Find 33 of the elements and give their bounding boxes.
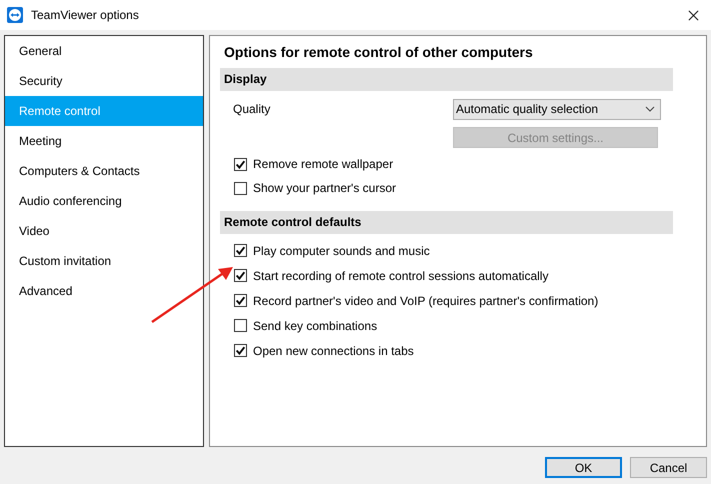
checkbox-label: Play computer sounds and music [253, 244, 430, 258]
dialog-button[interactable]: Cancel [630, 457, 707, 478]
checkbox[interactable] [234, 158, 247, 170]
checkbox-label: Send key combinations [253, 318, 378, 332]
sidebar-item[interactable]: Security [5, 66, 203, 96]
section-header: Remote control defaults [220, 211, 673, 234]
window-title: TeamViewer options [31, 8, 140, 22]
checkbox-label: Remove remote wallpaper [253, 157, 394, 171]
app-logo-icon [7, 7, 23, 23]
sidebar-item[interactable]: Video [5, 216, 203, 246]
sidebar-item[interactable]: Custom invitation [5, 246, 203, 276]
section-header: Display [220, 68, 673, 91]
sidebar-item[interactable]: Audio conferencing [5, 186, 203, 216]
checkbox[interactable] [234, 319, 247, 332]
sidebar-item[interactable]: Meeting [5, 126, 203, 156]
close-icon[interactable] [688, 10, 699, 20]
chevron-down-icon [645, 106, 655, 112]
checkbox[interactable] [234, 294, 247, 307]
checkbox[interactable] [234, 182, 247, 194]
checkbox-label: Start recording of remote control sessions automatically [253, 268, 548, 282]
checkbox-label: Record partner's video and VoIP (requires partner's confirmation) [253, 294, 598, 308]
sidebar-item[interactable]: Advanced [5, 276, 203, 306]
quality-dropdown[interactable]: Automatic quality selection [453, 98, 661, 120]
sidebar-item[interactable]: General [5, 36, 203, 66]
checkbox-label: Open new connections in tabs [253, 344, 414, 358]
dialog-button[interactable]: OK [545, 457, 622, 478]
sidebar-item[interactable]: Computers & Contacts [5, 156, 203, 186]
checkbox[interactable] [234, 344, 247, 357]
checkbox-label: Show your partner's cursor [253, 181, 396, 195]
page-heading: Options for remote control of other computers [223, 43, 534, 62]
checkbox[interactable] [234, 269, 247, 282]
quality-label: Quality [232, 102, 272, 116]
checkbox[interactable] [234, 244, 247, 257]
